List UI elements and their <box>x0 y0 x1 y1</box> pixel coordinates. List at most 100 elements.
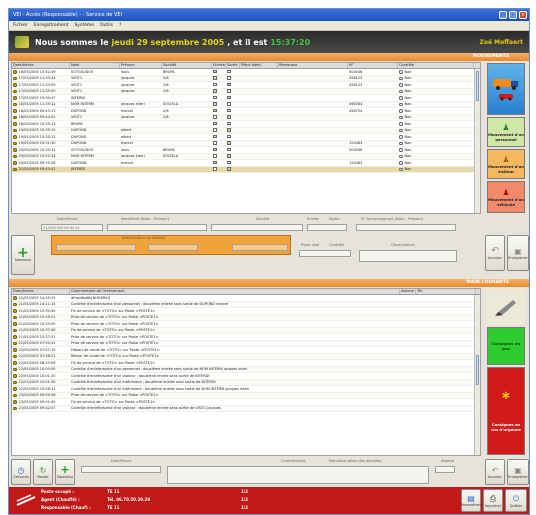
accompagnant-field[interactable] <box>356 224 456 231</box>
entree-checkbox[interactable] <box>213 102 217 106</box>
col-prenom[interactable]: Prénom <box>120 63 162 68</box>
sortie-checkbox[interactable] <box>227 160 231 164</box>
mc-col-alarme[interactable]: Alarme <box>400 289 416 294</box>
dateheure-field[interactable]: 21/05/2005 09:45:41 <box>41 224 103 231</box>
controle-radio[interactable] <box>399 70 403 74</box>
entree-checkbox[interactable] <box>213 95 217 99</box>
interlocuteur-poste-select[interactable] <box>148 244 198 251</box>
maximize-button[interactable]: □ <box>509 11 517 19</box>
sortie-checkbox[interactable] <box>227 154 231 158</box>
controle-radio[interactable] <box>399 89 403 93</box>
col-nom[interactable]: Nom <box>70 63 120 68</box>
col-remarque[interactable]: Remarque <box>278 63 348 68</box>
sortie-checkbox[interactable] <box>227 121 231 125</box>
menu-item-enregistrement[interactable]: Enregistrement <box>34 23 69 28</box>
commentaire-field[interactable] <box>167 466 429 484</box>
societe-field[interactable] <box>211 224 303 231</box>
controle-radio[interactable] <box>399 102 403 106</box>
col-num[interactable]: N° <box>348 63 398 68</box>
services-button[interactable]: ◷ Services <box>11 459 31 485</box>
menu-item-systeme[interactable]: Système <box>74 23 94 28</box>
minimize-button[interactable]: _ <box>499 11 507 19</box>
entree-checkbox[interactable] <box>213 141 217 145</box>
sortie-checkbox[interactable] <box>227 147 231 151</box>
controle-radio[interactable] <box>399 161 403 165</box>
sortie-checkbox[interactable] <box>227 115 231 119</box>
nouveau-mouvement-button[interactable]: + Nouveau <box>11 235 35 275</box>
sortie-checkbox[interactable] <box>227 95 231 99</box>
entree-checkbox[interactable] <box>213 69 217 73</box>
menu-item-outils[interactable]: Outils <box>100 23 113 28</box>
entree-checkbox[interactable] <box>213 76 217 80</box>
annuler-mouvement-button[interactable]: ↶ Annuler <box>485 235 505 271</box>
sortie-checkbox[interactable] <box>227 167 231 171</box>
interlocuteur-select[interactable] <box>56 244 136 251</box>
mc-dateheure-field[interactable] <box>81 466 161 473</box>
mc-col-commentaire[interactable]: Commentaire de l'événement <box>70 289 400 294</box>
mc-col-dateheure[interactable]: Date/Heure <box>12 289 70 294</box>
entree-checkbox[interactable] <box>213 160 217 164</box>
controle-radio[interactable] <box>399 96 403 100</box>
close-button[interactable]: × <box>519 11 527 19</box>
sortie-checkbox[interactable] <box>227 89 231 93</box>
identifiant-select[interactable] <box>107 224 207 231</box>
col-dateheure[interactable]: Date/Heure <box>12 63 70 68</box>
sortie-checkbox[interactable] <box>227 102 231 106</box>
sortie-checkbox[interactable] <box>227 82 231 86</box>
observations-field[interactable] <box>359 250 457 262</box>
quitter-button[interactable]: ⏻ Quitter <box>505 489 527 512</box>
menu-item-help[interactable]: ? <box>119 23 121 28</box>
controle-radio[interactable] <box>399 167 403 171</box>
mouvements-scrollbar[interactable] <box>474 69 480 213</box>
main-courante-scrollbar[interactable] <box>474 295 480 455</box>
mc-col-tel[interactable]: Tél. <box>416 289 476 294</box>
entree-checkbox[interactable] <box>213 167 217 171</box>
alarme-field[interactable] <box>435 466 455 473</box>
sortie-checkbox[interactable] <box>227 76 231 80</box>
controle-radio[interactable] <box>399 135 403 139</box>
ronde-button[interactable]: ↻ Ronde <box>33 459 53 485</box>
vehicle-view-button[interactable] <box>487 63 525 115</box>
sortie-checkbox[interactable] <box>227 134 231 138</box>
entree-checkbox[interactable] <box>213 147 217 151</box>
imprimer-button[interactable]: ⎙ Imprimer <box>483 489 503 512</box>
controle-radio[interactable] <box>399 154 403 158</box>
sortie-checkbox[interactable] <box>227 108 231 112</box>
sortie-checkbox[interactable] <box>227 141 231 145</box>
nouveau-evenement-button[interactable]: + Nouveau <box>55 459 75 485</box>
entree-checkbox[interactable] <box>213 82 217 86</box>
col-societe[interactable]: Société <box>162 63 212 68</box>
interlocuteur-detail-select[interactable] <box>232 244 288 251</box>
menu-item-fichier[interactable]: Fichier <box>13 23 28 28</box>
parametres-button[interactable]: ▤ Paramètres <box>461 489 481 512</box>
controle-radio[interactable] <box>399 76 403 80</box>
mouvement-personnel-button[interactable]: ♟ Mouvement d'un personnel <box>487 117 525 147</box>
entree-checkbox[interactable] <box>213 134 217 138</box>
controle-radio[interactable] <box>399 148 403 152</box>
enregistrer-mouvement-button[interactable]: ▣ Enregistrer <box>507 235 529 271</box>
consignes-jour-button[interactable]: Consignes du jour <box>487 327 525 365</box>
sortie-checkbox[interactable] <box>227 69 231 73</box>
col-piece[interactable]: Pièce Ident. <box>240 63 278 68</box>
col-controle[interactable]: Contrôle <box>398 63 474 68</box>
poste-field[interactable] <box>299 250 351 257</box>
list-item[interactable]: 23/05/2005 09:42:07 Contrôle d'entrée/sor… <box>12 405 480 412</box>
entree-checkbox[interactable] <box>213 115 217 119</box>
controle-radio[interactable] <box>399 109 403 113</box>
enregistrer-evenement-button[interactable]: ▣ Enregistrer <box>507 459 529 485</box>
entree-checkbox[interactable] <box>213 89 217 93</box>
entree-checkbox[interactable] <box>213 128 217 132</box>
entree-checkbox[interactable] <box>213 108 217 112</box>
mouvement-vehicule-button[interactable]: ♟ Mouvement d'un véhicule <box>487 181 525 213</box>
sortie-checkbox[interactable] <box>227 128 231 132</box>
controle-radio[interactable] <box>399 128 403 132</box>
pen-button[interactable] <box>487 289 525 325</box>
col-entree[interactable]: Entrée <box>212 63 226 68</box>
controle-radio[interactable] <box>399 83 403 87</box>
main-courante-table[interactable]: Date/Heure Commentaire de l'événement Al… <box>11 288 481 456</box>
col-sortie[interactable]: Sortie <box>226 63 240 68</box>
controle-radio[interactable] <box>399 115 403 119</box>
mouvements-table[interactable]: Date/Heure Nom Prénom Société Entrée Sor… <box>11 62 481 214</box>
entree-checkbox[interactable] <box>213 121 217 125</box>
entree-sortie-field[interactable] <box>307 224 347 231</box>
